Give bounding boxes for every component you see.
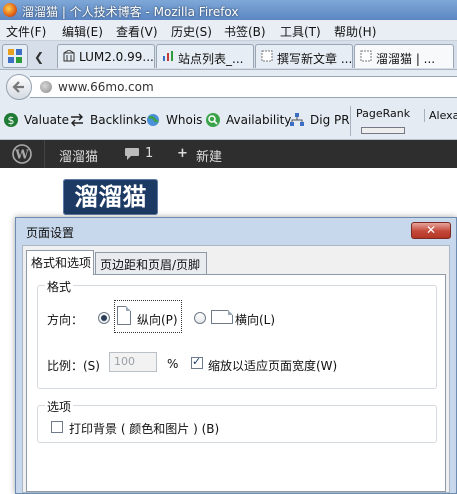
menu-edit[interactable]: 编辑(E) <box>62 23 103 40</box>
seo-toolbar: $ Valuate Backlinks Whois Availability D… <box>0 103 457 140</box>
landscape-page-icon <box>211 310 233 324</box>
dollar-icon: $ <box>4 113 18 127</box>
magnifier-icon <box>206 113 220 127</box>
comment-bubble-icon <box>125 148 139 160</box>
globe-icon <box>147 114 159 126</box>
tab-scroll-left-icon[interactable]: ❮ <box>34 50 44 64</box>
network-icon <box>290 113 304 126</box>
pagerank-label: PageRank <box>356 107 411 120</box>
orientation-label: 方向： <box>47 313 84 327</box>
tab-format-options[interactable]: 格式和选项 <box>26 250 94 275</box>
menu-view[interactable]: 查看(V) <box>116 23 158 40</box>
tab-panel: 格式 方向： 纵向(P) 横向(L) 比例：(S) 100 % 缩放以适应页面宽… <box>26 274 446 492</box>
site-logo[interactable]: 溜溜猫 <box>63 179 158 215</box>
wp-admin-bar: W 溜溜猫 1 + 新建 <box>0 140 457 168</box>
percent-label: % <box>167 357 179 371</box>
bar-chart-icon <box>163 51 173 61</box>
swap-arrows-icon <box>71 113 83 127</box>
plus-icon: + <box>177 146 188 161</box>
address-bar[interactable]: www.66mo.com <box>30 76 457 98</box>
valuate-button[interactable]: Valuate <box>24 113 69 127</box>
tab-margins-headers[interactable]: 页边距和页眉/页脚 <box>95 252 207 274</box>
globe-icon <box>40 81 52 93</box>
shrink-to-fit-label[interactable]: 缩放以适应页面宽度(W) <box>208 357 337 374</box>
dialog-body: 格式和选项 页边距和页眉/页脚 格式 方向： 纵向(P) 横向(L) 比例：(S… <box>22 245 450 493</box>
back-arrow-icon <box>12 81 24 93</box>
back-button[interactable] <box>6 74 32 100</box>
menu-bar: 文件(F) 编辑(E) 查看(V) 历史(S) 书签(B) 工具(T) 帮助(H… <box>0 20 457 41</box>
print-background-label[interactable]: 打印背景 ( 颜色和图片 ) (B) <box>69 420 219 437</box>
svg-text:W: W <box>14 148 29 162</box>
print-background-checkbox[interactable] <box>51 421 63 433</box>
tab-liuliumao[interactable]: 溜溜猫 | ... <box>354 44 454 68</box>
alexa-label: Alexa <box>424 109 457 122</box>
menu-history[interactable]: 历史(S) <box>171 23 212 40</box>
pagerank-widget: PageRank <box>350 106 410 136</box>
portrait-radio[interactable] <box>98 312 110 324</box>
wp-new-button[interactable]: 新建 <box>196 146 222 165</box>
shrink-to-fit-checkbox[interactable] <box>191 355 203 369</box>
backlinks-button[interactable]: Backlinks <box>90 113 147 127</box>
building-icon <box>63 50 75 62</box>
page-setup-dialog: 页面设置 ✕ 格式和选项 页边距和页眉/页脚 格式 方向： 纵向(P) 横向(L… <box>15 217 457 494</box>
portrait-label[interactable]: 纵向(P) <box>137 311 178 328</box>
landscape-radio[interactable] <box>194 312 206 324</box>
comment-count[interactable]: 1 <box>145 146 153 161</box>
landscape-label[interactable]: 横向(L) <box>235 311 275 328</box>
portrait-page-icon <box>117 306 131 325</box>
window-title-bar: 溜溜猫 | 个人技术博客 - Mozilla Firefox <box>0 0 457 20</box>
tab-write-post[interactable]: 撰写新文章 ... <box>255 44 353 68</box>
format-group-title: 格式 <box>45 278 74 295</box>
tab-lum[interactable]: LUM2.0.99... <box>57 44 155 68</box>
menu-help[interactable]: 帮助(H) <box>334 23 376 40</box>
grid-icon <box>8 49 22 63</box>
wordpress-logo-icon[interactable]: W <box>12 144 32 164</box>
scale-label: 比例：(S) <box>47 359 100 373</box>
page-icon <box>261 50 273 62</box>
scale-input[interactable]: 100 <box>109 352 157 372</box>
firefox-icon <box>3 3 17 17</box>
window-title: 溜溜猫 | 个人技术博客 - Mozilla Firefox <box>22 5 239 19</box>
tab-site-list[interactable]: 站点列表_... <box>156 44 254 68</box>
close-button[interactable]: ✕ <box>411 222 451 239</box>
menu-tools[interactable]: 工具(T) <box>280 23 321 40</box>
svg-text:$: $ <box>8 114 15 127</box>
pagerank-bar <box>361 127 405 134</box>
wp-site-name[interactable]: 溜溜猫 <box>59 146 98 165</box>
page-icon <box>360 50 372 62</box>
url-text: www.66mo.com <box>58 80 154 94</box>
menu-bookmarks[interactable]: 书签(B) <box>224 23 266 40</box>
navigation-bar: www.66mo.com <box>0 70 457 103</box>
menu-file[interactable]: 文件(F) <box>6 23 46 40</box>
tab-strip: ❮ LUM2.0.99... 站点列表_... 撰写新文章 ... 溜溜猫 | … <box>0 41 457 70</box>
options-group-title: 选项 <box>45 398 74 415</box>
availability-button[interactable]: Availability <box>226 113 291 127</box>
whois-button[interactable]: Whois <box>166 113 202 127</box>
dig-pr-button[interactable]: Dig PR <box>310 113 350 127</box>
apps-menu-button[interactable] <box>2 44 28 68</box>
dialog-title: 页面设置 <box>26 226 75 240</box>
